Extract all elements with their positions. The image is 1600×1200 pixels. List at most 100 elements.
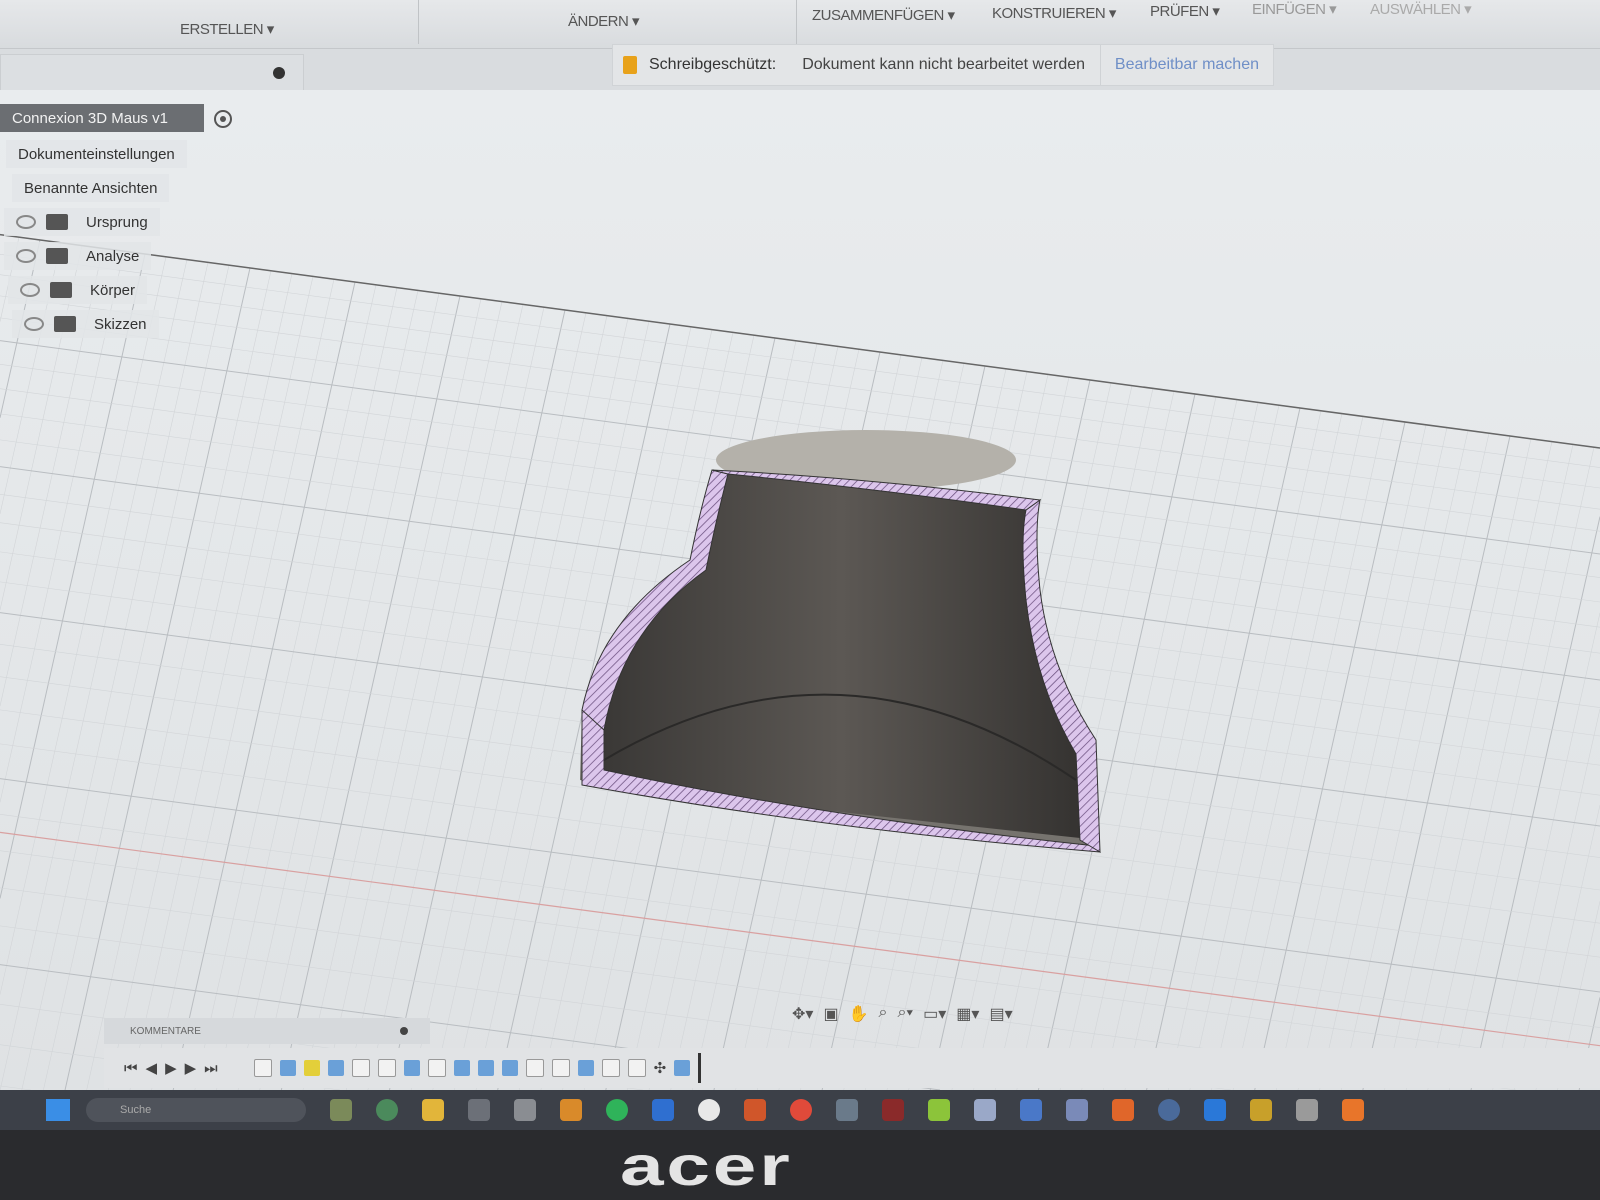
- move-icon[interactable]: ✣: [654, 1059, 667, 1077]
- app-icon[interactable]: [974, 1099, 996, 1121]
- timeline-feature[interactable]: [327, 1060, 344, 1076]
- outlook-icon[interactable]: [652, 1099, 674, 1121]
- eye-icon[interactable]: [16, 215, 36, 229]
- zoom-icon[interactable]: ⌕: [878, 1004, 887, 1024]
- browser-item-sketches[interactable]: Skizzen: [12, 310, 159, 338]
- vscode-icon[interactable]: [1204, 1099, 1226, 1121]
- orbit-icon[interactable]: ✥▾: [792, 1004, 813, 1024]
- collapse-button[interactable]: [273, 67, 285, 79]
- browser-item-document-settings[interactable]: Dokumenteinstellungen: [6, 140, 187, 168]
- timeline-feature[interactable]: [674, 1060, 691, 1076]
- app-icon[interactable]: [468, 1099, 490, 1121]
- step-forward-icon[interactable]: ▶: [185, 1059, 197, 1077]
- document-name: Connexion 3D Maus v1: [12, 109, 168, 127]
- app-icon[interactable]: [744, 1099, 766, 1121]
- timeline-sketch[interactable]: [627, 1059, 646, 1077]
- timeline-sketch[interactable]: [427, 1059, 446, 1077]
- eye-icon[interactable]: [20, 283, 40, 297]
- step-back-icon[interactable]: ◀: [146, 1059, 158, 1077]
- timeline-feature[interactable]: [279, 1060, 296, 1076]
- timeline-sketch[interactable]: [253, 1059, 272, 1077]
- timeline-feature[interactable]: [477, 1060, 494, 1076]
- taskbar-search[interactable]: Suche: [86, 1098, 306, 1122]
- browser-item-label: Analyse: [86, 247, 140, 265]
- timeline-sketch[interactable]: [551, 1059, 570, 1077]
- navigation-bar: ✥▾ ▣ ✋ ⌕ ⌕▾ ▭▾ ▦▾ ▤▾: [792, 1004, 1013, 1024]
- timeline-feature[interactable]: [403, 1060, 420, 1076]
- fusion-360-icon[interactable]: [1342, 1099, 1364, 1121]
- inner-body: [602, 474, 1080, 838]
- menu-aendern[interactable]: ÄNDERN ▾: [568, 12, 640, 30]
- app-icon[interactable]: [1020, 1099, 1042, 1121]
- read-only-banner: Schreibgeschützt: Dokument kann nicht be…: [612, 44, 1274, 86]
- browser-item-label: Ursprung: [86, 213, 148, 231]
- browser-item-analysis[interactable]: Analyse: [4, 242, 152, 270]
- eye-icon[interactable]: [16, 249, 36, 263]
- menu-erstellen[interactable]: ERSTELLEN ▾: [180, 20, 274, 38]
- browser-header: [0, 54, 304, 92]
- eye-icon[interactable]: [24, 317, 44, 331]
- menu-konstruieren[interactable]: KONSTRUIEREN ▾: [992, 4, 1116, 22]
- app-icon[interactable]: [1158, 1099, 1180, 1121]
- grid-icon[interactable]: ▦▾: [956, 1004, 979, 1024]
- app-icon[interactable]: [1066, 1099, 1088, 1121]
- viewports-icon[interactable]: ▤▾: [989, 1004, 1012, 1024]
- comments-panel[interactable]: KOMMENTARE: [104, 1018, 430, 1044]
- make-editable-button[interactable]: Bearbeitbar machen: [1099, 45, 1273, 85]
- fit-icon[interactable]: ⌕▾: [897, 1004, 913, 1024]
- display-settings-icon[interactable]: ▭▾: [923, 1004, 946, 1024]
- timeline-feature[interactable]: [577, 1060, 594, 1076]
- model-section-view[interactable]: [0, 90, 1600, 1095]
- comments-label: KOMMENTARE: [130, 1025, 201, 1037]
- menu-auswaehlen[interactable]: AUSWÄHLEN ▾: [1370, 0, 1472, 18]
- app-icon[interactable]: [1112, 1099, 1134, 1121]
- play-icon[interactable]: ▶: [165, 1059, 177, 1077]
- browser-item-label: Skizzen: [94, 315, 147, 333]
- app-icon[interactable]: [560, 1099, 582, 1121]
- timeline-feature[interactable]: [501, 1060, 518, 1076]
- acer-logo: acer: [620, 1134, 793, 1197]
- monitor-bezel: [0, 1130, 1600, 1200]
- folder-icon: [46, 248, 68, 264]
- tools-icon[interactable]: [514, 1099, 536, 1121]
- app-icon[interactable]: [882, 1099, 904, 1121]
- timeline-feature[interactable]: [351, 1059, 370, 1077]
- timeline: ⏮ ◀ ▶ ▶ ⏭ ✣: [104, 1048, 1600, 1088]
- browser-icon[interactable]: [698, 1099, 720, 1121]
- spotify-icon[interactable]: [606, 1099, 628, 1121]
- file-explorer-icon[interactable]: [422, 1099, 444, 1121]
- browser-item-bodies[interactable]: Körper: [8, 276, 148, 304]
- menu-pruefen[interactable]: PRÜFEN ▾: [1150, 2, 1220, 20]
- taskbar: Suche: [0, 1090, 1600, 1130]
- timeline-feature[interactable]: [525, 1059, 544, 1077]
- app-icon[interactable]: [928, 1099, 950, 1121]
- folder-icon: [46, 214, 68, 230]
- app-icon[interactable]: [836, 1099, 858, 1121]
- menu-einfuegen[interactable]: EINFÜGEN ▾: [1252, 0, 1337, 18]
- app-icon[interactable]: [1296, 1099, 1318, 1121]
- browser-item-origin[interactable]: Ursprung: [4, 208, 160, 236]
- timeline-feature-selected[interactable]: [303, 1060, 320, 1076]
- browser-item-label: Benannte Ansichten: [24, 179, 158, 197]
- menu-zusammenfuegen[interactable]: ZUSAMMENFÜGEN ▾: [812, 6, 955, 24]
- windows-start-icon[interactable]: [46, 1099, 70, 1121]
- 3d-viewport[interactable]: [0, 90, 1600, 1095]
- activate-radio-icon[interactable]: [214, 110, 232, 128]
- app-icon[interactable]: [1250, 1099, 1272, 1121]
- timeline-marker[interactable]: [698, 1053, 702, 1083]
- browser-item-named-views[interactable]: Benannte Ansichten: [12, 174, 170, 202]
- timeline-feature[interactable]: [453, 1060, 470, 1076]
- app-icon[interactable]: [330, 1099, 352, 1121]
- go-to-end-icon[interactable]: ⏭: [204, 1060, 218, 1077]
- browser-root[interactable]: Connexion 3D Maus v1: [0, 104, 204, 132]
- timeline-feature[interactable]: [601, 1059, 620, 1077]
- toolbar: ERSTELLEN ▾ ÄNDERN ▾ ZUSAMMENFÜGEN ▾ KON…: [0, 0, 1600, 49]
- go-to-start-icon[interactable]: ⏮: [124, 1060, 138, 1077]
- comments-toggle[interactable]: [400, 1027, 408, 1035]
- look-at-icon[interactable]: ▣: [823, 1004, 838, 1024]
- app-icon[interactable]: [376, 1099, 398, 1121]
- pan-icon[interactable]: ✋: [849, 1004, 869, 1024]
- timeline-feature[interactable]: [377, 1059, 396, 1077]
- chrome-icon[interactable]: [790, 1099, 812, 1121]
- folder-icon: [50, 282, 72, 298]
